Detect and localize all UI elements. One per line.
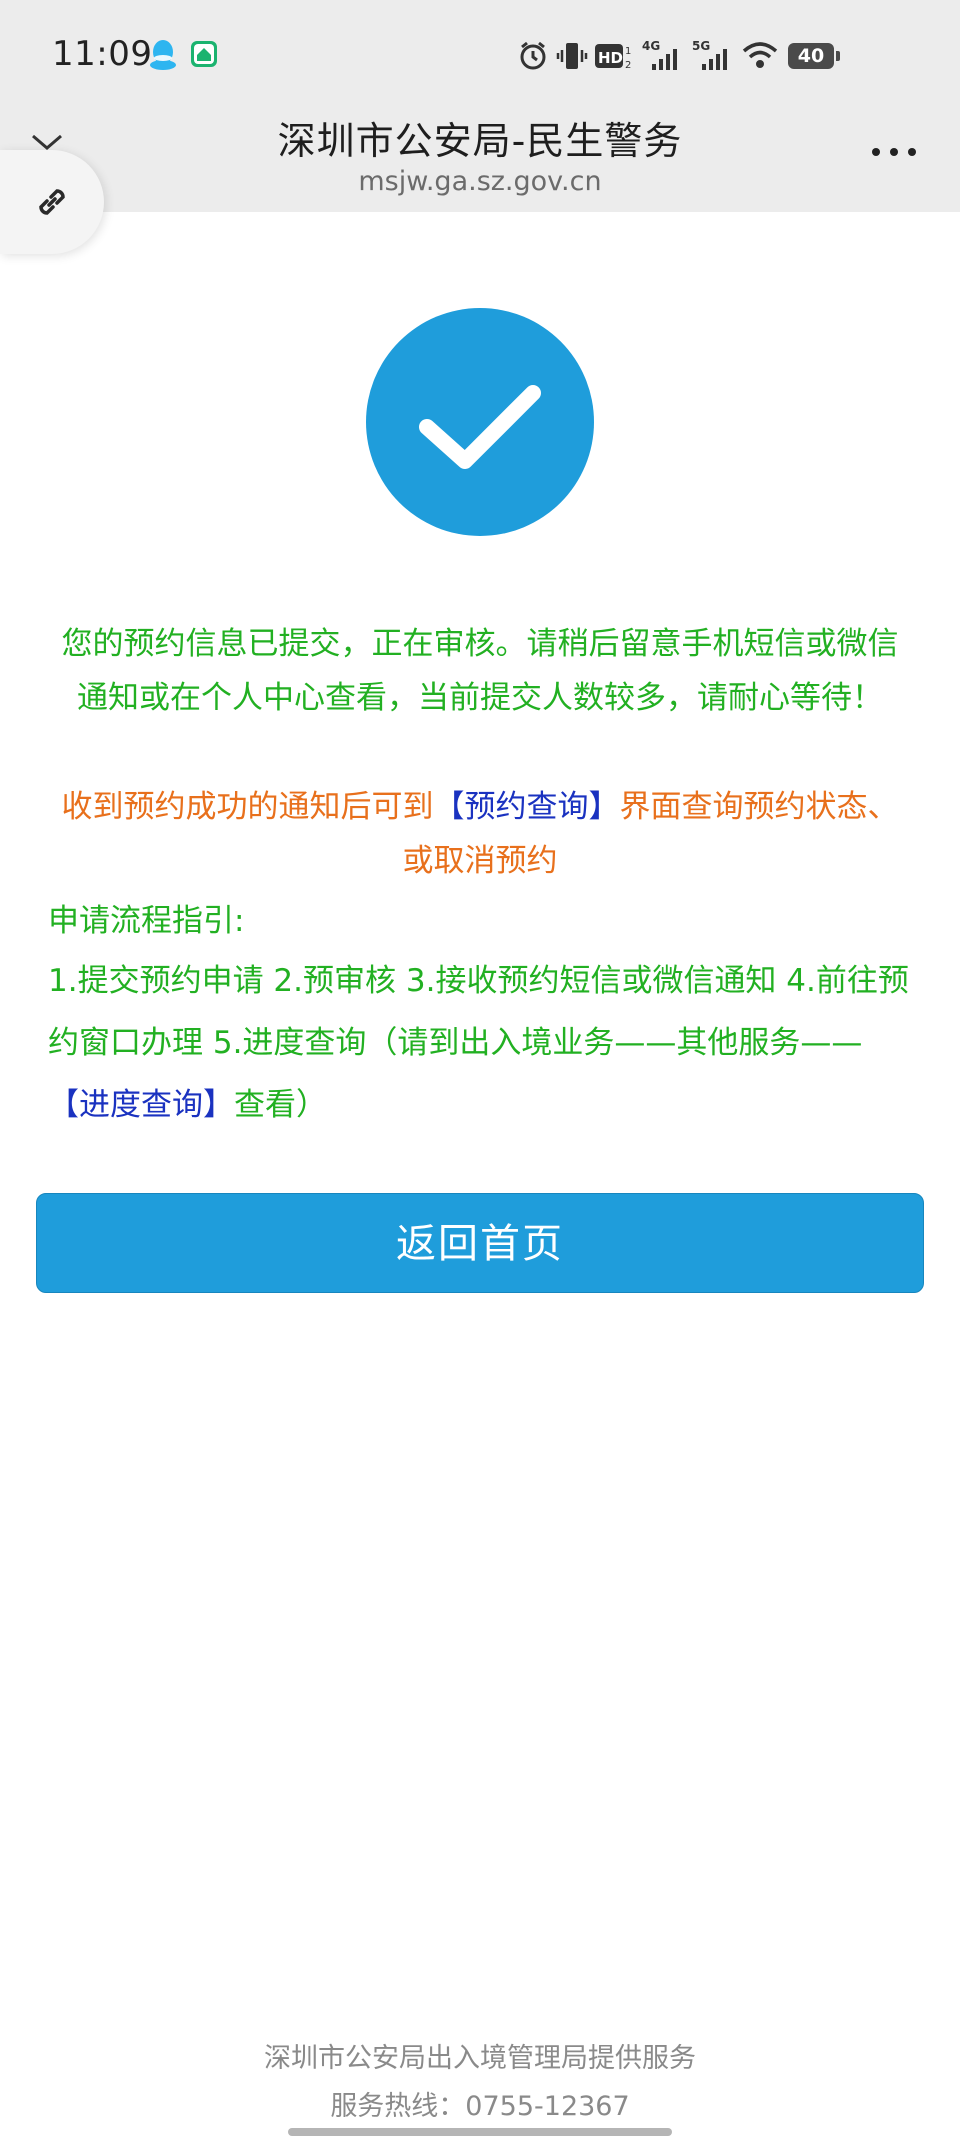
- guide-steps: 1.提交预约申请 2.预审核 3.接收预约短信或微信通知 4.前往预约窗口办理 …: [48, 950, 918, 1136]
- 4g-signal-icon: 4G: [642, 39, 677, 70]
- success-check-icon: [366, 308, 594, 536]
- progress-query-link[interactable]: 【进度查询】: [48, 1087, 234, 1123]
- wifi-icon: [742, 42, 778, 68]
- app-icon: [191, 41, 217, 67]
- guide-text-after: 查看）: [234, 1087, 327, 1123]
- page-url: msjw.ga.sz.gov.cn: [358, 166, 602, 197]
- footer-provider: 深圳市公安局出入境管理局提供服务: [264, 2043, 696, 2074]
- svg-text:2: 2: [625, 60, 631, 71]
- appointment-query-link[interactable]: 【预约查询】: [434, 789, 620, 825]
- home-indicator[interactable]: [288, 2128, 672, 2136]
- vibrate-icon: [556, 43, 588, 69]
- 5g-signal-icon: 5G: [692, 39, 727, 70]
- copy-link-button[interactable]: [0, 150, 104, 254]
- alarm-icon: [520, 41, 546, 70]
- hd-icon: HD 1 2: [595, 44, 631, 71]
- submission-message: 您的预约信息已提交，正在审核。请稍后留意手机短信或微信通知或在个人中心查看，当前…: [61, 626, 899, 716]
- guide-text-before: 1.提交预约申请 2.预审核 3.接收预约短信或微信通知 4.前往预约窗口办理 …: [48, 963, 909, 1061]
- svg-text:4G: 4G: [642, 39, 660, 53]
- battery-icon: 40: [788, 43, 834, 69]
- qq-icon: [150, 40, 176, 70]
- status-bar: 11:09 HD 1 2 4G 5G 40: [0, 0, 960, 112]
- notice-text-before: 收到预约成功的通知后可到: [61, 789, 434, 825]
- svg-text:1: 1: [625, 46, 631, 57]
- link-icon: [39, 189, 65, 215]
- battery-tip: [836, 51, 840, 61]
- notice-message: 收到预约成功的通知后可到【预约查询】界面查询预约状态、或取消预约: [50, 780, 910, 888]
- footer-hotline: 服务热线：0755-12367: [330, 2091, 630, 2122]
- svg-text:HD: HD: [598, 49, 623, 67]
- guide-title: 申请流程指引:: [48, 903, 245, 939]
- status-time: 11:09: [52, 34, 153, 74]
- return-home-button[interactable]: 返回首页: [36, 1193, 924, 1293]
- page-title: 深圳市公安局-民生警务: [277, 119, 683, 163]
- svg-text:5G: 5G: [692, 39, 710, 53]
- more-options-icon[interactable]: [870, 140, 918, 164]
